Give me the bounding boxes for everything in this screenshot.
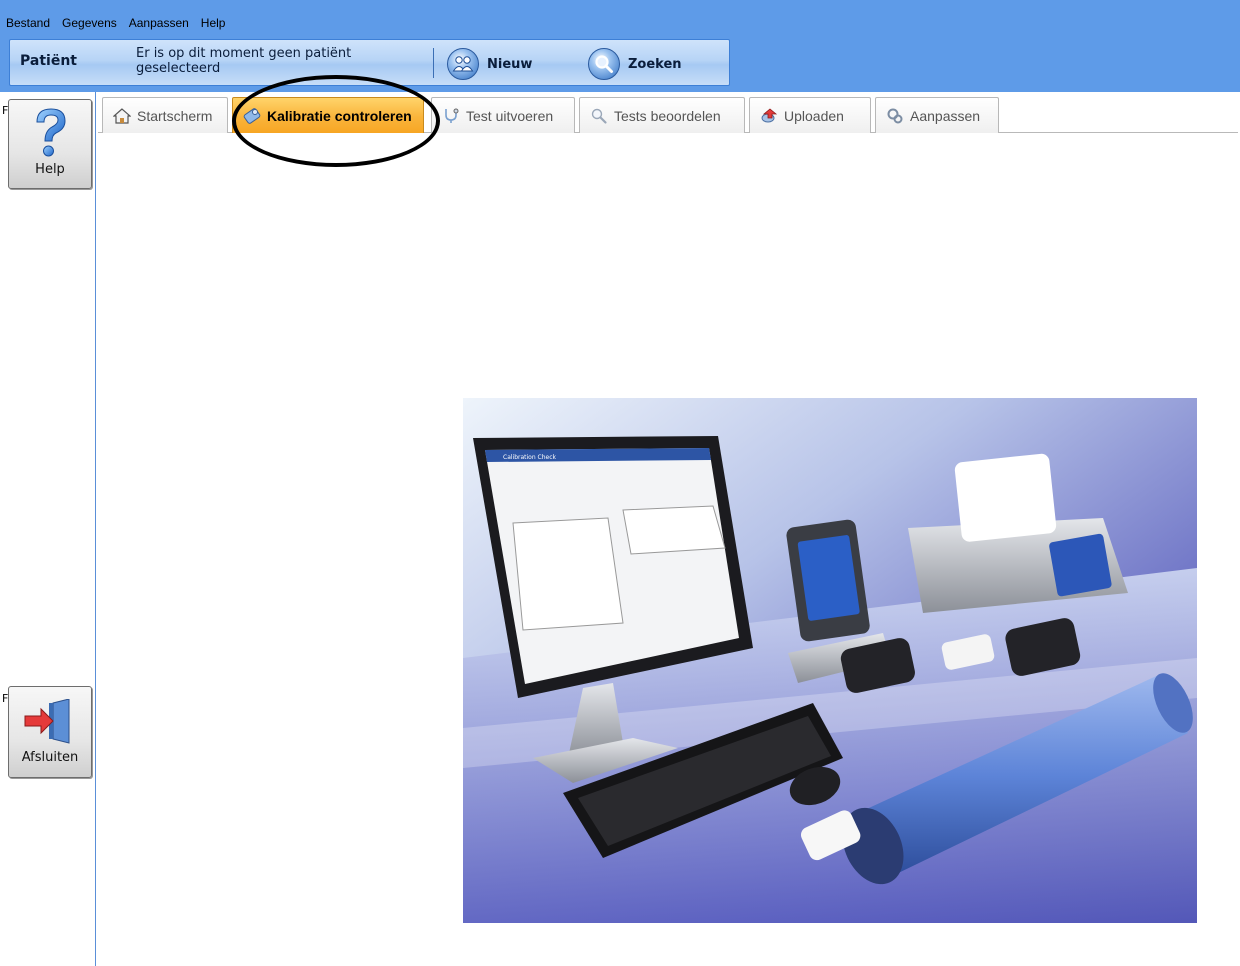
menu-bestand[interactable]: Bestand bbox=[4, 10, 58, 36]
tab-uploaden[interactable]: Uploaden bbox=[749, 97, 871, 133]
help-button[interactable]: Help bbox=[8, 99, 92, 189]
help-label: Help bbox=[35, 162, 65, 177]
tab-label: Startscherm bbox=[137, 107, 213, 124]
magnifier-icon bbox=[588, 48, 620, 80]
screen-title: Calibration Check bbox=[503, 454, 557, 461]
new-patient-label: Nieuw bbox=[487, 56, 533, 72]
calibration-icon bbox=[243, 107, 261, 124]
tab-label: Test uitvoeren bbox=[466, 107, 554, 124]
patient-label: Patiënt bbox=[20, 53, 77, 69]
patient-bar: Patiënt Er is op dit moment geen patiënt… bbox=[9, 39, 730, 86]
stethoscope-icon bbox=[445, 108, 459, 123]
exit-label: Afsluiten bbox=[21, 750, 79, 765]
tab-startscherm[interactable]: Startscherm bbox=[102, 97, 228, 133]
tab-strip: Startscherm Kalibratie controleren Test … bbox=[98, 97, 1238, 133]
magnifier-icon bbox=[591, 108, 607, 124]
search-patient-button[interactable]: Zoeken bbox=[588, 47, 682, 81]
exit-button[interactable]: Afsluiten bbox=[8, 686, 92, 778]
product-photo: Calibration Check bbox=[463, 398, 1197, 923]
home-icon bbox=[113, 107, 131, 124]
top-band: Bestand Gegevens Aanpassen Help Patiënt … bbox=[0, 0, 1240, 92]
exit-door-arrow-icon bbox=[23, 698, 79, 749]
search-patient-label: Zoeken bbox=[628, 56, 682, 72]
people-icon bbox=[447, 48, 479, 80]
tab-label: Aanpassen bbox=[910, 107, 981, 124]
tab-kalibratie-controleren[interactable]: Kalibratie controleren bbox=[232, 97, 424, 133]
toolbar-separator bbox=[433, 48, 434, 78]
tab-tests-beoordelen[interactable]: Tests beoordelen bbox=[579, 97, 745, 133]
menu-aanpassen[interactable]: Aanpassen bbox=[127, 10, 197, 36]
patient-status-text: Er is op dit moment geen patiënt geselec… bbox=[136, 46, 352, 76]
menu-gegevens[interactable]: Gegevens bbox=[60, 10, 125, 36]
menu-bar: Bestand Gegevens Aanpassen Help bbox=[0, 10, 233, 36]
tab-aanpassen[interactable]: Aanpassen bbox=[875, 97, 999, 133]
tab-test-uitvoeren[interactable]: Test uitvoeren bbox=[431, 97, 575, 133]
tab-label: Tests beoordelen bbox=[614, 107, 721, 124]
settings-icon bbox=[887, 108, 903, 123]
tab-label: Uploaden bbox=[784, 107, 844, 124]
upload-icon bbox=[761, 107, 778, 122]
menu-help[interactable]: Help bbox=[199, 10, 234, 36]
new-patient-button[interactable]: Nieuw bbox=[447, 47, 532, 81]
tab-label: Kalibratie controleren bbox=[267, 107, 412, 124]
side-panel bbox=[0, 92, 96, 966]
question-mark-icon bbox=[31, 106, 71, 164]
